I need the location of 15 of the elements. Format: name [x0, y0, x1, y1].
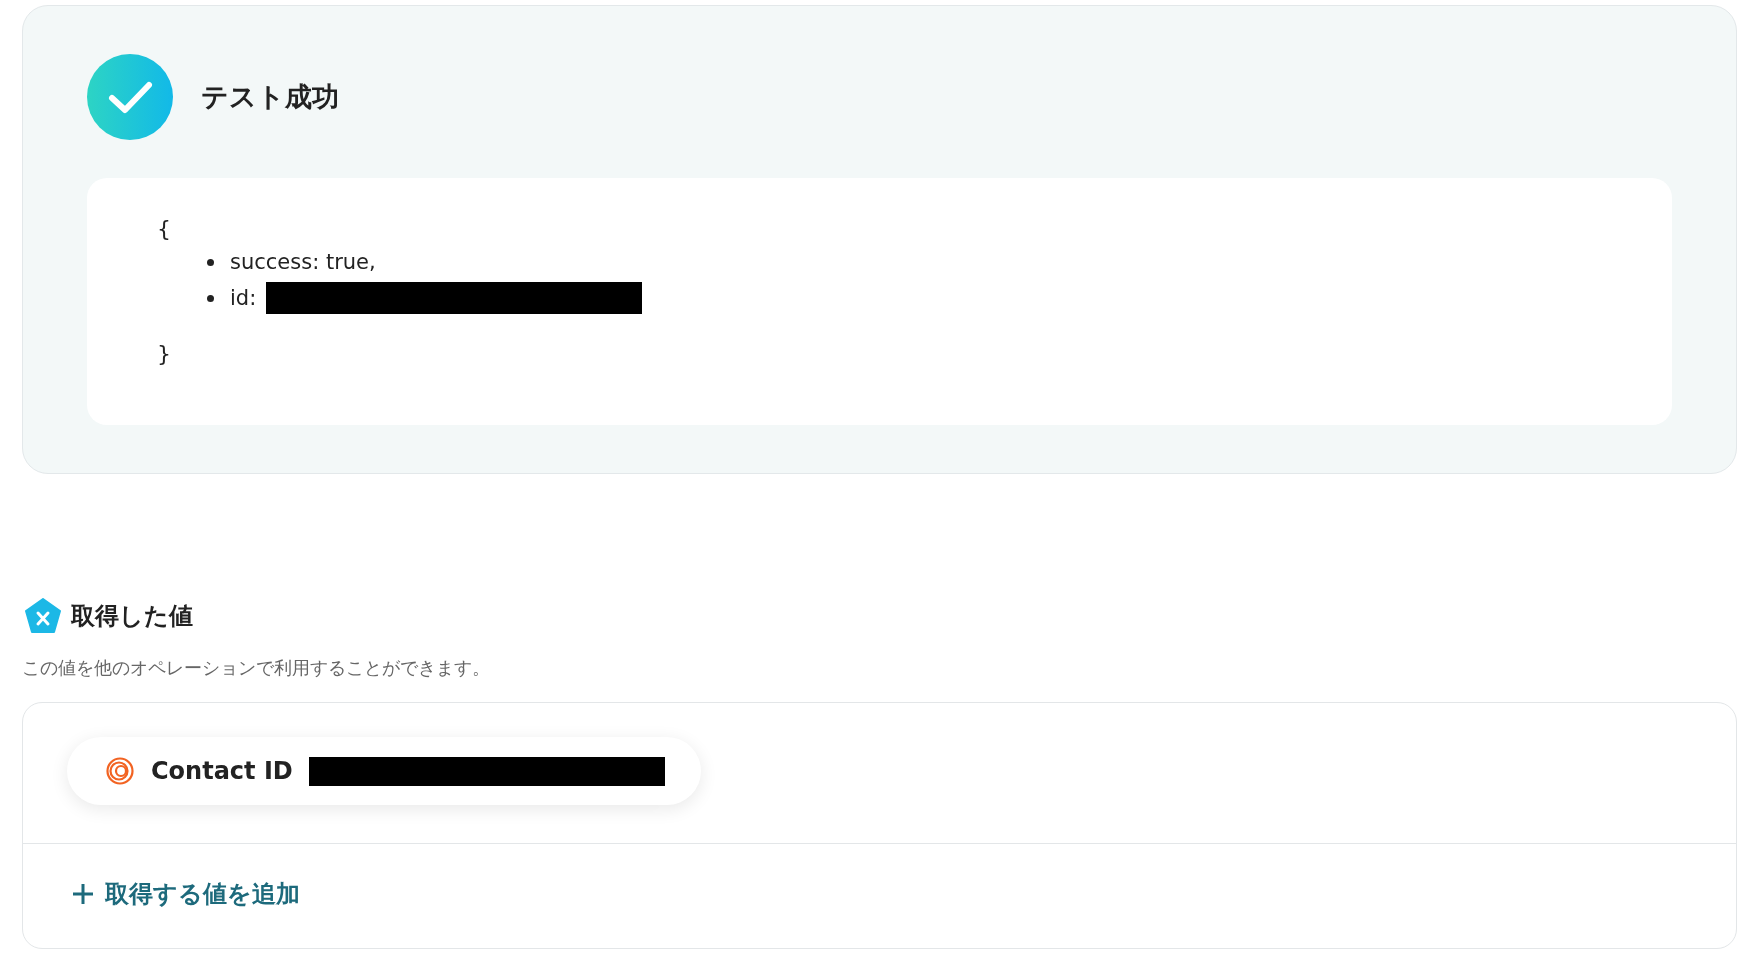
code-text: id: [230, 286, 257, 310]
bullet-icon [207, 294, 214, 302]
bullet-icon [207, 258, 214, 266]
value-chip[interactable]: Contact ID [67, 737, 701, 805]
plus-icon [71, 882, 95, 906]
variable-icon [25, 598, 61, 634]
section-description: この値を他のオペレーションで利用することができます。 [22, 656, 491, 680]
code-text: } [157, 341, 171, 366]
code-text: success: true, [230, 250, 376, 274]
add-value-link[interactable]: 取得する値を追加 [71, 878, 300, 910]
result-title: テスト成功 [201, 80, 339, 114]
rings-icon [105, 756, 135, 786]
code-text: { [157, 216, 171, 241]
section-title: 取得した値 [71, 601, 193, 632]
success-check-icon [87, 54, 173, 140]
